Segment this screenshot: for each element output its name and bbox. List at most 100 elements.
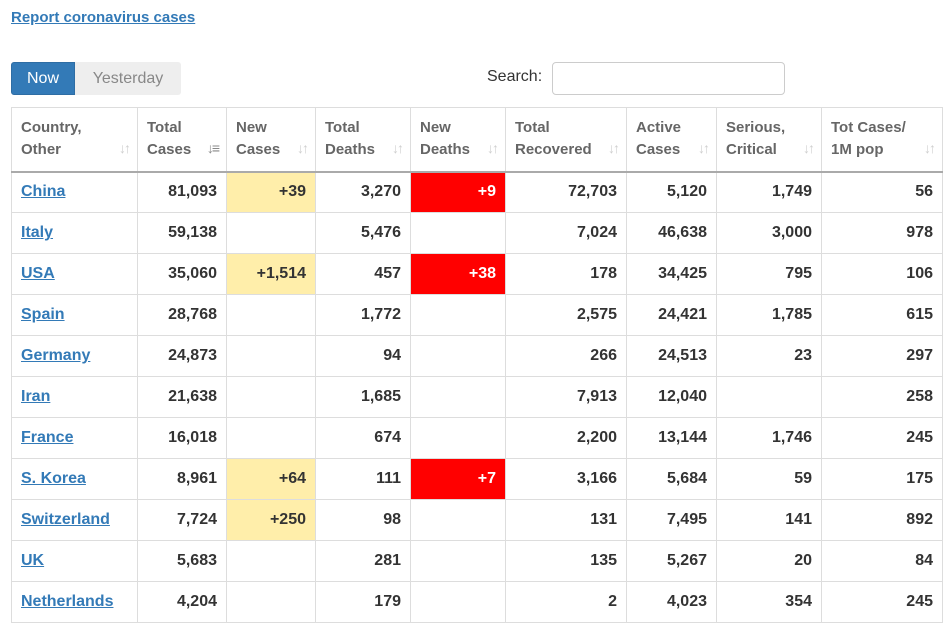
per-million-cell: 258 bbox=[821, 376, 943, 418]
col-header-active-cases[interactable]: Active Cases ↓↑ bbox=[626, 107, 717, 173]
col-header-total-deaths[interactable]: Total Deaths ↓↑ bbox=[315, 107, 411, 173]
table-row: Germany 24,873 94 266 24,513 23 297 bbox=[11, 335, 943, 377]
total-recovered-cell: 131 bbox=[505, 499, 627, 541]
col-header-label: Total bbox=[325, 119, 360, 137]
country-cell: S. Korea bbox=[11, 458, 138, 500]
col-header-label: Other bbox=[21, 141, 62, 159]
per-million-cell: 978 bbox=[821, 212, 943, 254]
country-cell: USA bbox=[11, 253, 138, 295]
active-cases-cell: 5,120 bbox=[626, 171, 717, 213]
total-cases-cell: 7,724 bbox=[137, 499, 227, 541]
col-header-per-million[interactable]: Tot Cases/1M pop ↓↑ bbox=[821, 107, 943, 173]
country-link[interactable]: Switzerland bbox=[21, 511, 110, 528]
col-header-total-cases[interactable]: Total Cases ↓≡ bbox=[137, 107, 227, 173]
col-header-label: Total bbox=[515, 119, 550, 137]
active-cases-cell: 24,513 bbox=[626, 335, 717, 377]
per-million-cell: 84 bbox=[821, 540, 943, 582]
per-million-cell: 56 bbox=[821, 171, 943, 213]
country-link[interactable]: Iran bbox=[21, 388, 50, 405]
country-link[interactable]: Spain bbox=[21, 306, 65, 323]
total-cases-cell: 24,873 bbox=[137, 335, 227, 377]
new-deaths-cell bbox=[410, 581, 506, 623]
tab-yesterday[interactable]: Yesterday bbox=[75, 62, 181, 95]
total-deaths-cell: 3,270 bbox=[315, 171, 411, 213]
total-recovered-cell: 7,024 bbox=[505, 212, 627, 254]
total-cases-cell: 16,018 bbox=[137, 417, 227, 459]
col-header-country[interactable]: Country, Other ↓↑ bbox=[11, 107, 138, 173]
new-deaths-cell bbox=[410, 499, 506, 541]
total-cases-cell: 35,060 bbox=[137, 253, 227, 295]
country-cell: UK bbox=[11, 540, 138, 582]
sort-icon[interactable]: ↓↑ bbox=[119, 137, 131, 159]
new-cases-cell bbox=[226, 376, 316, 418]
active-cases-cell: 4,023 bbox=[626, 581, 717, 623]
country-cell: France bbox=[11, 417, 138, 459]
total-cases-cell: 4,204 bbox=[137, 581, 227, 623]
col-header-label: Country, bbox=[21, 119, 82, 137]
new-deaths-cell bbox=[410, 212, 506, 254]
country-link[interactable]: China bbox=[21, 183, 65, 200]
col-header-label: Critical bbox=[726, 141, 777, 159]
total-recovered-cell: 2,575 bbox=[505, 294, 627, 336]
per-million-cell: 245 bbox=[821, 581, 943, 623]
total-cases-cell: 28,768 bbox=[137, 294, 227, 336]
per-million-cell: 297 bbox=[821, 335, 943, 377]
total-deaths-cell: 674 bbox=[315, 417, 411, 459]
per-million-cell: 892 bbox=[821, 499, 943, 541]
serious-critical-cell: 354 bbox=[716, 581, 822, 623]
tab-now[interactable]: Now bbox=[11, 62, 75, 95]
col-header-new-cases[interactable]: New Cases ↓↑ bbox=[226, 107, 316, 173]
country-link[interactable]: UK bbox=[21, 552, 44, 569]
active-cases-cell: 5,684 bbox=[626, 458, 717, 500]
sort-icon[interactable]: ↓↑ bbox=[297, 137, 309, 159]
table-row: S. Korea 8,961 +64 111 +7 3,166 5,684 59 175 bbox=[11, 458, 943, 500]
new-deaths-cell bbox=[410, 376, 506, 418]
total-recovered-cell: 2 bbox=[505, 581, 627, 623]
sort-desc-icon[interactable]: ↓≡ bbox=[207, 137, 220, 159]
serious-critical-cell bbox=[716, 376, 822, 418]
sort-icon[interactable]: ↓↑ bbox=[924, 137, 936, 159]
country-link[interactable]: Netherlands bbox=[21, 593, 113, 610]
col-header-total-recovered[interactable]: Total Recovered ↓↑ bbox=[505, 107, 627, 173]
search-label: Search: bbox=[487, 68, 543, 85]
report-cases-link[interactable]: Report coronavirus cases bbox=[11, 9, 195, 26]
active-cases-cell: 24,421 bbox=[626, 294, 717, 336]
sort-icon[interactable]: ↓↑ bbox=[392, 137, 404, 159]
country-link[interactable]: S. Korea bbox=[21, 470, 86, 487]
new-cases-cell bbox=[226, 294, 316, 336]
table-row: Italy 59,138 5,476 7,024 46,638 3,000 978 bbox=[11, 212, 943, 254]
col-header-serious-critical[interactable]: Serious, Critical ↓↑ bbox=[716, 107, 822, 173]
time-tabs: Now Yesterday bbox=[11, 62, 181, 95]
total-cases-cell: 59,138 bbox=[137, 212, 227, 254]
country-link[interactable]: France bbox=[21, 429, 73, 446]
col-header-label: New bbox=[236, 119, 267, 137]
table-row: China 81,093 +39 3,270 +9 72,703 5,120 1,749 56 bbox=[11, 171, 943, 213]
total-deaths-cell: 281 bbox=[315, 540, 411, 582]
col-header-label: Deaths bbox=[325, 141, 376, 159]
total-cases-cell: 81,093 bbox=[137, 171, 227, 213]
active-cases-cell: 5,267 bbox=[626, 540, 717, 582]
total-deaths-cell: 1,685 bbox=[315, 376, 411, 418]
per-million-cell: 615 bbox=[821, 294, 943, 336]
col-header-new-deaths[interactable]: New Deaths ↓↑ bbox=[410, 107, 506, 173]
new-deaths-cell: +38 bbox=[410, 253, 506, 295]
sort-icon[interactable]: ↓↑ bbox=[608, 137, 620, 159]
country-link[interactable]: USA bbox=[21, 265, 55, 282]
country-cell: Switzerland bbox=[11, 499, 138, 541]
col-header-label: Cases bbox=[636, 141, 681, 159]
col-header-label: Recovered bbox=[515, 141, 592, 159]
sort-icon[interactable]: ↓↑ bbox=[803, 137, 815, 159]
sort-icon[interactable]: ↓↑ bbox=[698, 137, 710, 159]
country-link[interactable]: Germany bbox=[21, 347, 90, 364]
country-link[interactable]: Italy bbox=[21, 224, 53, 241]
active-cases-cell: 7,495 bbox=[626, 499, 717, 541]
search-input[interactable] bbox=[552, 62, 785, 95]
per-million-cell: 106 bbox=[821, 253, 943, 295]
new-cases-cell: +39 bbox=[226, 171, 316, 213]
serious-critical-cell: 141 bbox=[716, 499, 822, 541]
sort-icon[interactable]: ↓↑ bbox=[487, 137, 499, 159]
serious-critical-cell: 23 bbox=[716, 335, 822, 377]
col-header-label: Serious, bbox=[726, 119, 786, 137]
serious-critical-cell: 1,749 bbox=[716, 171, 822, 213]
total-deaths-cell: 111 bbox=[315, 458, 411, 500]
